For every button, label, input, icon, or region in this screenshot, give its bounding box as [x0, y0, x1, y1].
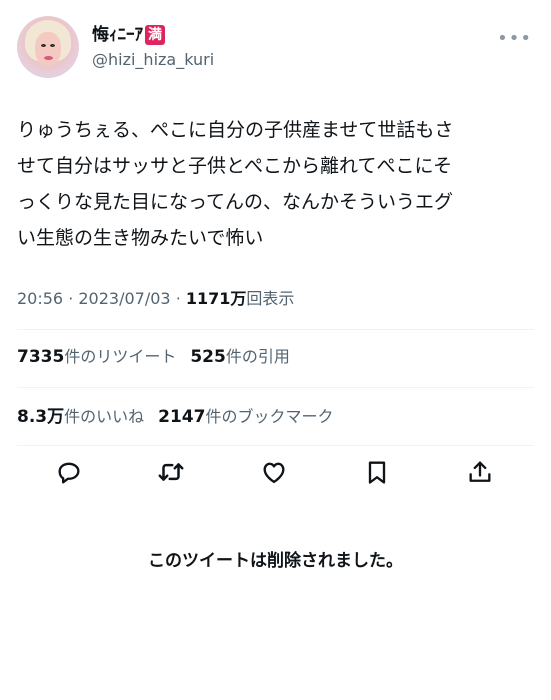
- tweet-date[interactable]: 2023/07/03: [78, 289, 170, 308]
- tweet-text: りゅうちぇる、ぺこに自分の子供産ませて世話もさ せて自分はサッサと子供とぺこから…: [17, 119, 454, 249]
- action-bar: [17, 456, 534, 496]
- more-icon[interactable]: •••: [497, 28, 532, 49]
- view-label: 回表示: [246, 289, 295, 308]
- share-icon[interactable]: [464, 456, 496, 488]
- name-badge: 満: [145, 25, 165, 45]
- display-name-text: 悔ｨﾆｰｱ: [92, 25, 143, 45]
- deleted-notice: このツイートは削除されました。: [148, 551, 403, 571]
- tweet-time[interactable]: 20:56: [17, 289, 63, 308]
- bookmark-icon[interactable]: [361, 456, 393, 488]
- divider: [17, 329, 534, 330]
- user-names: 悔ｨﾆｰｱ 満 @hizi_hiza_kuri: [92, 24, 214, 72]
- retweet-quote-stats: 7335件のリツイート 525件の引用: [17, 346, 290, 368]
- tweet-header: 悔ｨﾆｰｱ 満 @hizi_hiza_kuri •••: [17, 16, 534, 80]
- divider: [17, 445, 534, 446]
- tweet-meta: 20:56 · 2023/07/03 · 1171万回表示: [17, 289, 295, 308]
- divider: [17, 387, 534, 388]
- reply-icon[interactable]: [53, 456, 85, 488]
- like-stat[interactable]: 8.3万件のいいね: [17, 407, 144, 427]
- like-bookmark-stats: 8.3万件のいいね 2147件のブックマーク: [17, 406, 333, 428]
- heart-icon[interactable]: [258, 456, 290, 488]
- retweet-stat[interactable]: 7335件のリツイート: [17, 347, 176, 367]
- bookmark-stat[interactable]: 2147件のブックマーク: [158, 407, 333, 427]
- user-handle[interactable]: @hizi_hiza_kuri: [92, 48, 214, 72]
- view-count: 1171万: [185, 289, 247, 308]
- quote-stat[interactable]: 525件の引用: [190, 347, 290, 367]
- display-name[interactable]: 悔ｨﾆｰｱ 満: [92, 24, 214, 46]
- retweet-icon[interactable]: [155, 456, 187, 488]
- avatar[interactable]: [17, 16, 79, 78]
